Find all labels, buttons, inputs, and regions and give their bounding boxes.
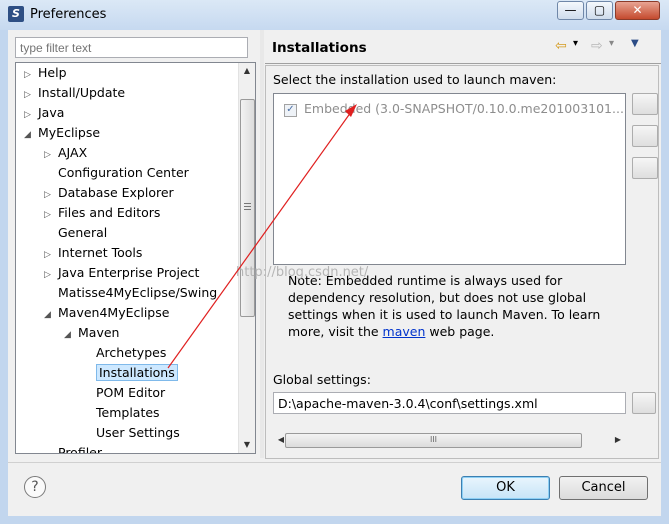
tree-item-install-update[interactable]: ▷ Install/Update [24,83,125,103]
tree-item-label: Archetypes [96,345,167,360]
tree-item-files-and-editors[interactable]: ▷ Files and Editors [44,203,160,223]
forward-arrow-icon[interactable]: ⇨ [591,38,603,54]
window-title: Preferences [30,7,107,22]
expand-arrow-icon[interactable]: ▷ [44,265,58,285]
global-settings-field[interactable]: D:\apache-maven-3.0.4\conf\settings.xml [273,392,626,414]
tree-item-ajax[interactable]: ▷ AJAX [44,143,87,163]
ok-button[interactable]: OK [461,476,550,500]
myeclipse-app-icon: S [8,6,24,22]
dialog-client: ▷Help ▷Install/Update ▷Java ◢MyEclipse ▷… [8,30,661,516]
tree-item-label: Database Explorer [58,185,174,200]
back-arrow-icon[interactable]: ⇦ [555,38,567,54]
expand-arrow-icon[interactable]: ▷ [24,65,38,85]
expand-arrow-icon[interactable]: ▷ [24,85,38,105]
expand-arrow-icon[interactable]: ▷ [44,145,58,165]
tree-item-label: Java Enterprise Project [58,265,200,280]
tree-item-label: User Settings [96,425,180,440]
grip-line [244,206,251,207]
add-installation-button[interactable] [632,93,658,115]
tree-item-label: Templates [96,405,160,420]
tree-item-label: MyEclipse [38,125,101,140]
tree-item-matisse4myeclipse[interactable]: Matisse4MyEclipse/Swing [44,283,217,303]
tree-item-internet-tools[interactable]: ▷ Internet Tools [44,243,142,263]
back-menu-icon[interactable]: ▾ [573,38,578,49]
tree-item-installations[interactable]: Installations [82,363,178,383]
tree-item-pom-editor[interactable]: POM Editor [82,383,165,403]
tree-item-templates[interactable]: Templates [82,403,160,423]
right-pane: Installations ⇦ ▾ ⇨ ▾ ▼ Select the insta… [265,30,661,459]
tree-item-java[interactable]: ▷ Java [24,103,64,123]
expand-arrow-icon[interactable]: ▷ [24,105,38,125]
remove-installation-button[interactable] [632,157,658,179]
collapse-arrow-icon[interactable]: ◢ [64,325,78,345]
grip-line [244,203,251,204]
tree-item-configuration-center[interactable]: Configuration Center [44,163,189,183]
tree-item-help[interactable]: ▷ Help [24,63,67,83]
pane-sash[interactable] [260,30,264,458]
tree-item-general[interactable]: General [44,223,107,243]
tree-item-label: General [58,225,108,240]
maven-link[interactable]: maven [383,324,426,339]
tree-item-label: Maven4MyEclipse [58,305,170,320]
tree-vertical-scrollbar[interactable]: ▲ ▼ [238,63,255,453]
scroll-up-arrow-icon[interactable]: ▲ [239,63,255,79]
preferences-window: S Preferences — ▢ ✕ ▷Help ▷Install/Updat… [0,0,669,524]
left-pane: ▷Help ▷Install/Update ▷Java ◢MyEclipse ▷… [8,30,258,458]
installations-page: Select the installation used to launch m… [265,65,659,459]
view-menu-icon[interactable]: ▼ [631,38,639,49]
page-horizontal-scrollbar[interactable]: ◀ III ▶ [273,432,626,449]
scroll-down-arrow-icon[interactable]: ▼ [239,437,255,453]
maximize-button[interactable]: ▢ [586,1,613,20]
expand-arrow-icon[interactable]: ▷ [44,185,58,205]
help-icon[interactable]: ? [24,476,46,498]
tree-item-label: Configuration Center [58,165,189,180]
tree-item-label: Files and Editors [58,205,161,220]
page-title: Installations [272,40,367,56]
filter-input[interactable] [15,37,248,58]
tree-item-maven[interactable]: ◢ Maven [64,323,119,343]
browse-global-settings-button[interactable] [632,392,656,414]
installation-checkbox[interactable]: ✓ [284,104,297,117]
minimize-button[interactable]: — [557,1,584,20]
select-installation-label: Select the installation used to launch m… [273,72,557,87]
tree-item-archetypes[interactable]: Archetypes [82,343,166,363]
collapse-arrow-icon[interactable]: ◢ [44,305,58,325]
close-button[interactable]: ✕ [615,1,660,20]
preference-tree: ▷ Help ▷ Install/Update ▷ Java ◢ MyEclipse ▷… [15,62,256,454]
installations-table[interactable]: ✓ Embedded (3.0-SNAPSHOT/0.10.0.me201003… [273,93,626,265]
note-text: Note: Embedded runtime is always used fo… [288,272,628,340]
tree-item-user-settings[interactable]: User Settings [82,423,180,443]
tree-item-label: Maven [78,325,120,340]
collapse-arrow-icon[interactable]: ◢ [24,125,38,145]
title-separator [265,63,661,64]
tree-item-label: Internet Tools [58,245,143,260]
tree-item-label: Java [38,105,65,120]
tree-item-maven4myeclipse[interactable]: ◢ Maven4MyEclipse [44,303,169,323]
grip-line [244,209,251,210]
tree-item-label: Help [38,65,67,80]
edit-installation-button[interactable] [632,125,658,147]
footer-separator [8,462,661,463]
tree-item-label: AJAX [58,145,88,160]
expand-arrow-icon[interactable]: ▷ [44,245,58,265]
expand-arrow-icon[interactable]: ▷ [44,205,58,225]
cancel-button[interactable]: Cancel [559,476,648,500]
note-text-tail: web page. [425,324,495,339]
tree-item-label: Matisse4MyEclipse/Swing [58,285,218,300]
tree-item-label: Installations [96,364,178,381]
tree-item-database-explorer[interactable]: ▷ Database Explorer [44,183,174,203]
title-bar: S Preferences — ▢ ✕ [0,0,669,30]
forward-menu-icon[interactable]: ▾ [609,38,614,49]
tree-item-label: POM Editor [96,385,166,400]
scroll-right-arrow-icon[interactable]: ▶ [610,432,626,448]
tree-item-java-enterprise-project[interactable]: ▷ Java Enterprise Project [44,263,199,283]
tree-item-label: Profiler [58,445,103,454]
installation-name[interactable]: Embedded (3.0-SNAPSHOT/0.10.0.me20100310… [304,101,624,116]
horizontal-scroll-thumb[interactable]: III [285,433,582,448]
tree-item-profiler[interactable]: Profiler [44,443,103,454]
global-settings-label: Global settings: [273,372,371,387]
tree-item-myeclipse[interactable]: ◢ MyEclipse [24,123,100,143]
tree-scroll-thumb[interactable] [240,99,255,317]
tree-item-label: Install/Update [38,85,126,100]
